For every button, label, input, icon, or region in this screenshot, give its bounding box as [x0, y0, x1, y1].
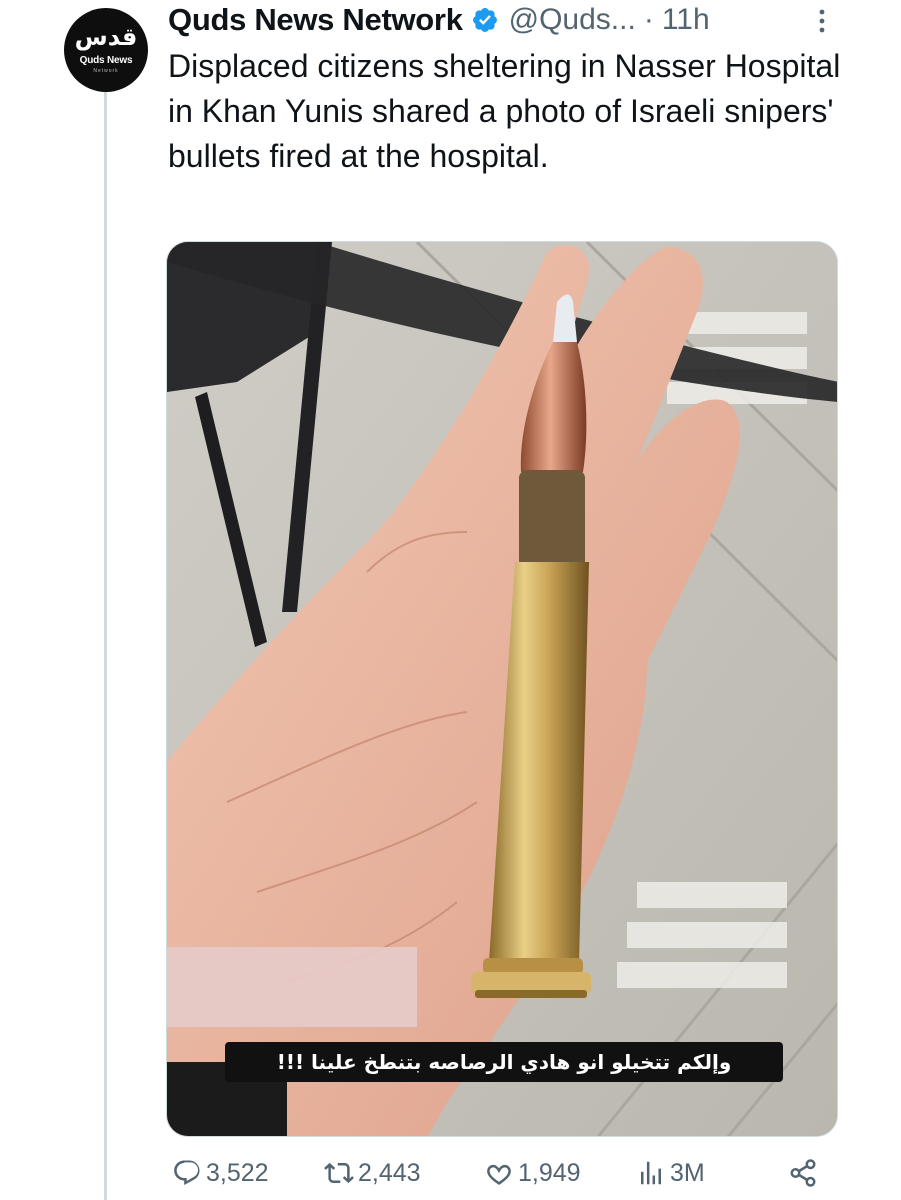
action-bar: 3,522 2,443 1,949 3M — [168, 1152, 838, 1200]
tweet-header: Quds News Network @Quds... · 11h — [168, 0, 868, 40]
avatar[interactable]: قدس Quds News Network — [64, 8, 148, 92]
display-name[interactable]: Quds News Network — [168, 2, 463, 38]
share-icon — [790, 1159, 816, 1187]
views-count: 3M — [670, 1158, 705, 1187]
avatar-logo-text: قدس — [74, 23, 138, 51]
reply-icon — [174, 1160, 200, 1185]
reply-count: 3,522 — [206, 1158, 269, 1187]
views-icon — [641, 1161, 661, 1185]
photo-caption: وإلكم تتخيلو انو هادي الرصاصه بتنطخ علين… — [225, 1042, 783, 1082]
views-button[interactable]: 3M — [636, 1158, 705, 1188]
handle[interactable]: @Quds... — [509, 3, 636, 37]
retweet-button[interactable]: 2,443 — [324, 1158, 421, 1188]
like-button[interactable]: 1,949 — [484, 1158, 581, 1188]
thread-line — [104, 92, 107, 1200]
like-icon — [487, 1164, 511, 1185]
retweet-count: 2,443 — [358, 1158, 421, 1187]
photo-illustration — [167, 242, 837, 1136]
blurred-region — [167, 947, 417, 1027]
share-button[interactable] — [788, 1158, 822, 1188]
separator: · — [643, 3, 654, 36]
tweet-text: Displaced citizens sheltering in Nasser … — [168, 48, 841, 174]
reply-button[interactable]: 3,522 — [172, 1158, 269, 1188]
verified-badge-icon — [472, 8, 497, 32]
retweet-icon — [324, 1162, 354, 1184]
avatar-name-text: Quds News — [79, 55, 133, 66]
like-count: 1,949 — [518, 1158, 581, 1187]
avatar-sub-text: Network — [93, 68, 119, 74]
more-icon[interactable] — [818, 6, 826, 36]
tweet-photo[interactable]: وإلكم تتخيلو انو هادي الرصاصه بتنطخ علين… — [166, 241, 838, 1137]
timestamp[interactable]: 11h — [662, 3, 710, 37]
